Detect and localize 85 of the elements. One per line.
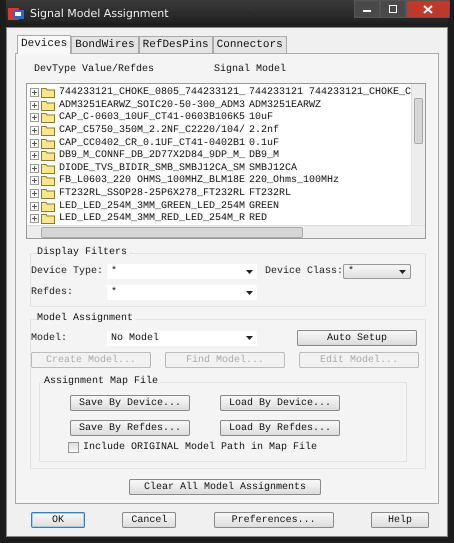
expand-icon[interactable] [30,214,39,224]
device-name[interactable]: CAP_C5750_350M_2.2NF_C2220/104/ [59,125,247,136]
expand-icon[interactable] [30,138,39,148]
dialog-button[interactable]: Help [370,512,429,528]
folder-icon [41,200,55,212]
signal-model[interactable]: 220_Ohms_100MHz [249,175,340,186]
expand-icon[interactable] [30,151,39,160]
expand-icon[interactable] [30,189,39,198]
group-title: Display Filters [37,247,130,258]
signal-model[interactable]: GREEN [249,200,280,212]
device-name[interactable]: FB_L0603_220 OHMS_100MHZ_BLM18E [59,175,247,186]
folder-icon [41,162,55,174]
folder-icon [41,87,55,98]
group-title: Model Assignment [37,313,136,324]
maximize-icon [388,5,398,13]
signal-model[interactable]: 744233121 744233121_CHOKE_C [249,87,411,98]
dialog-button[interactable]: Preferences... [214,512,334,528]
device-name[interactable]: DIODE_TVS_BIDIR_SMB_SMBJ12CA_SM [59,162,247,174]
device-name[interactable]: DB9_M_CONNF_DB_2D77X2D84_9DP_M_ [59,150,247,162]
caret-icon [246,270,253,274]
expand-icon[interactable] [30,176,39,186]
dialog-button[interactable]: OK [31,512,85,528]
column-header: DevType Value/Refdes [34,64,156,76]
folder-icon [41,100,55,111]
device-name[interactable]: LED_LED_254M_3MM_GREEN_LED_254M [59,200,247,212]
auto-setup-button[interactable]: Auto Setup [297,330,417,346]
folder-icon [41,188,55,200]
map-file-button[interactable]: Save By Device... [70,395,190,411]
field-label: Model: [31,332,68,344]
expand-icon[interactable] [30,164,39,173]
signal-model[interactable]: RED [249,213,268,224]
expand-icon[interactable] [30,126,39,136]
device-class-dropdown[interactable]: * [343,264,412,279]
tab[interactable]: BondWires [71,36,139,54]
folder-icon [41,175,55,186]
maximize-button[interactable] [380,0,406,18]
close-icon [423,4,433,14]
vertical-scrollbar[interactable] [411,84,425,225]
expand-icon[interactable] [30,113,39,122]
minimize-button[interactable] [354,0,380,18]
folder-icon [41,138,55,149]
folder-icon [41,150,55,162]
expand-icon[interactable] [30,100,39,110]
signal-model[interactable]: SMBJ12CA [249,162,298,174]
map-file-button[interactable]: Load By Device... [220,395,340,411]
tab[interactable]: Connectors [212,36,287,54]
clear-all-button[interactable]: Clear All Model Assignments [129,479,321,495]
device-name[interactable]: CAP_C-0603_10UF_CT41-0603B106K5 [59,112,247,124]
caret-icon [246,336,253,340]
group-title: Assignment Map File [44,376,160,387]
field-label: Refdes: [31,287,74,298]
map-file-button[interactable]: Load By Refdes... [220,420,340,436]
folder-icon [41,125,55,136]
tab[interactable]: Devices [17,35,72,54]
field-label: Device Class: [265,266,344,277]
device-name[interactable]: CAP_CC0402_CR_0.1UF_CT41-0402B1 [59,138,247,149]
signal-model[interactable]: 10uF [249,112,274,124]
close-button[interactable] [406,0,450,18]
device-type-dropdown[interactable]: * [107,264,257,279]
device-name[interactable]: LED_LED_254M_3MM_RED_LED_254M_R [59,213,247,224]
refdes-dropdown[interactable]: * [107,285,257,300]
horizontal-scrollbar[interactable] [27,225,425,238]
map-file-button[interactable]: Save By Refdes... [70,420,190,436]
caret-icon [246,290,253,294]
field-label: Device Type: [31,266,104,277]
expand-icon[interactable] [30,202,39,211]
signal-model[interactable]: 2.2nf [249,125,280,136]
signal-model[interactable]: ADM3251EARWZ [249,100,322,111]
column-header: Signal Model [214,64,286,76]
tab[interactable]: RefDesPins [138,36,213,54]
signal-model[interactable]: 0.1uF [249,138,280,149]
signal-model[interactable]: FT232RL [249,188,292,200]
expand-icon[interactable] [30,88,39,98]
checkbox[interactable] [68,442,79,453]
model-dropdown[interactable]: No Model [107,330,257,346]
window-title: Signal Model Assignment [30,7,169,20]
signal-model[interactable]: DB9_M [249,150,280,162]
device-name[interactable]: ADM3251EARWZ_SOIC20-50-300_ADM3 [59,100,247,111]
folder-icon [41,112,55,124]
device-name[interactable]: FT232RL_SSOP28-25P6X278_FT232RL [59,188,247,200]
dialog-button[interactable]: Cancel [122,512,176,528]
device-name[interactable]: 744233121_CHOKE_0805_744233121_ [59,87,247,98]
checkbox-label[interactable]: Include ORIGINAL Model Path in Map File [83,442,318,453]
caret-icon [399,270,406,274]
app-icon [8,6,24,21]
